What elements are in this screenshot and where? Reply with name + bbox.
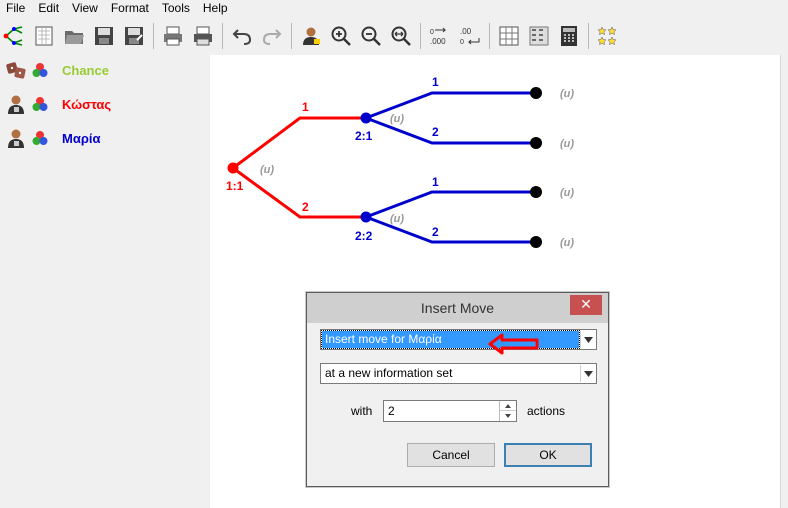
svg-text:0: 0	[430, 29, 434, 36]
node-payoff-label: (u)	[390, 113, 404, 125]
menu-edit[interactable]: Edit	[32, 1, 66, 16]
player-row-1[interactable]: Κώστας	[6, 92, 111, 116]
player-person-icon	[8, 95, 24, 114]
p2-action-label: 1	[432, 75, 439, 89]
tree-logo-icon[interactable]	[1, 23, 27, 49]
p2-action-label: 2	[432, 125, 439, 139]
save-icon[interactable]	[91, 23, 117, 49]
toolbar-separator	[489, 23, 490, 49]
branch-p1-action-1[interactable]	[232, 116, 366, 170]
zoom-in-icon[interactable]	[328, 23, 354, 49]
player-name-2[interactable]: Μαρία	[62, 131, 100, 146]
svg-text:.00: .00	[460, 27, 472, 36]
strategy-balls-icon[interactable]	[32, 130, 48, 146]
strategy-balls-icon[interactable]	[32, 62, 48, 78]
matrix-view-icon[interactable]	[526, 23, 552, 49]
decrease-decimals-icon[interactable]: .00 0	[457, 23, 483, 49]
menu-tools[interactable]: Tools	[156, 1, 197, 16]
terminal-node[interactable]	[530, 186, 542, 198]
actions-label: actions	[527, 404, 566, 418]
close-icon: ✕	[580, 296, 592, 312]
root-node-label: 1:1	[226, 179, 244, 193]
terminal-node[interactable]	[530, 87, 542, 99]
player-row-chance[interactable]: Chance	[6, 58, 109, 82]
with-label: with	[351, 404, 373, 418]
player-name-1[interactable]: Κώστας	[62, 97, 111, 112]
p2-action-label: 1	[432, 175, 439, 189]
toolbar-separator	[291, 23, 292, 49]
toolbar-separator	[153, 23, 154, 49]
root-node[interactable]	[227, 162, 239, 174]
ok-button[interactable]: OK	[504, 443, 592, 467]
decision-node-2-1[interactable]	[360, 112, 372, 124]
chevron-down-icon[interactable]	[580, 331, 596, 348]
stepper-down-icon[interactable]	[500, 411, 516, 420]
increase-decimals-icon[interactable]: 0.000	[427, 23, 453, 49]
close-button[interactable]: ✕	[570, 295, 602, 315]
player-row-2[interactable]: Μαρία	[6, 126, 100, 150]
terminal-payoff-label: (u)	[560, 88, 574, 100]
print-icon[interactable]	[190, 23, 216, 49]
print-preview-icon[interactable]	[160, 23, 186, 49]
player-name-chance[interactable]: Chance	[62, 63, 109, 78]
node-label-2-1: 2:1	[355, 129, 373, 143]
zoom-out-icon[interactable]	[358, 23, 384, 49]
chance-dice-icon	[6, 62, 26, 79]
toolbar-separator	[420, 23, 421, 49]
root-payoff-label: (u)	[260, 164, 274, 176]
menu-view[interactable]: View	[66, 1, 105, 16]
stars-icon[interactable]	[595, 23, 621, 49]
player-person-icon	[8, 129, 24, 148]
toolbar-separator	[588, 23, 589, 49]
p2-action-label: 2	[432, 225, 439, 239]
p1-action-label-1: 1	[302, 100, 309, 114]
infoset-select-value: at a new information set	[325, 366, 453, 380]
terminal-payoff-label: (u)	[560, 187, 574, 199]
node-label-2-2: 2:2	[355, 229, 373, 243]
menu-bar: File Edit View Format Tools Help	[0, 0, 788, 17]
terminal-node[interactable]	[530, 236, 542, 248]
chevron-down-icon[interactable]	[580, 365, 596, 382]
terminal-node[interactable]	[530, 137, 542, 149]
toolbar: 0.000 .00 0	[0, 18, 788, 54]
dialog-title-bar[interactable]: Insert Move ✕	[307, 293, 608, 323]
redo-icon[interactable]	[259, 23, 285, 49]
terminal-payoff-label: (u)	[560, 138, 574, 150]
zoom-fit-icon[interactable]	[388, 23, 414, 49]
actions-stepper[interactable]: 2	[383, 400, 517, 422]
terminal-payoff-label: (u)	[560, 237, 574, 249]
new-document-icon[interactable]	[31, 23, 57, 49]
dialog-title: Insert Move	[420, 300, 495, 316]
player-select[interactable]: Insert move for Μαρία	[320, 329, 597, 350]
stepper-up-icon[interactable]	[500, 401, 516, 411]
svg-text:0: 0	[460, 39, 464, 46]
save-as-icon[interactable]	[121, 23, 147, 49]
actions-count-input[interactable]: 2	[388, 404, 395, 418]
cancel-button[interactable]: Cancel	[407, 443, 495, 467]
node-payoff-label: (u)	[390, 213, 404, 225]
toolbar-separator	[222, 23, 223, 49]
infoset-select[interactable]: at a new information set	[320, 363, 597, 384]
add-player-icon[interactable]	[298, 23, 324, 49]
vertical-scrollbar[interactable]	[780, 55, 788, 508]
open-folder-icon[interactable]	[61, 23, 87, 49]
insert-move-dialog: Insert Move ✕ Insert move for Μαρία at a…	[306, 292, 609, 487]
menu-format[interactable]: Format	[105, 1, 156, 16]
table-view-icon[interactable]	[496, 23, 522, 49]
stepper-buttons[interactable]	[499, 401, 516, 421]
branch-p1-action-2[interactable]	[232, 166, 366, 219]
player-list-panel: Chance Κώστας Μαρία	[0, 55, 210, 508]
decision-node-2-2[interactable]	[360, 211, 372, 223]
menu-help[interactable]: Help	[197, 1, 235, 16]
undo-icon[interactable]	[229, 23, 255, 49]
p1-action-label-2: 2	[302, 200, 309, 214]
svg-text:.000: .000	[430, 37, 446, 46]
calculator-icon[interactable]	[556, 23, 582, 49]
red-arrow-annotation-icon	[488, 333, 539, 355]
strategy-balls-icon[interactable]	[32, 96, 48, 112]
menu-file[interactable]: File	[0, 1, 32, 16]
